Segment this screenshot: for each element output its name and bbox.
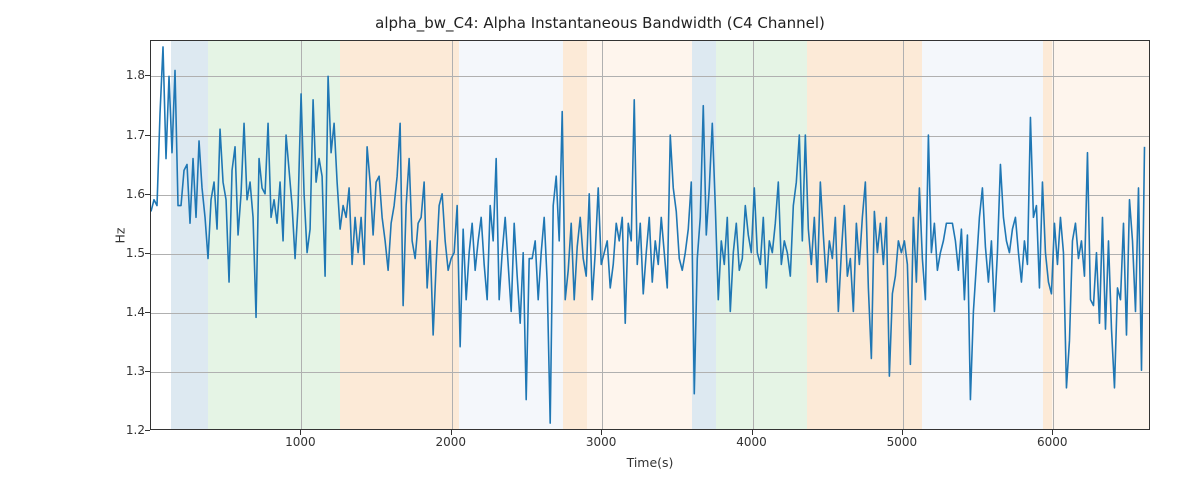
x-tick-mark (752, 430, 753, 435)
y-tick-mark (145, 135, 150, 136)
chart-title: alpha_bw_C4: Alpha Instantaneous Bandwid… (0, 14, 1200, 32)
y-tick-label: 1.2 (95, 423, 145, 437)
y-tick-mark (145, 75, 150, 76)
y-tick-label: 1.8 (95, 68, 145, 82)
x-axis-label: Time(s) (150, 455, 1150, 470)
x-tick-mark (451, 430, 452, 435)
y-axis-label: Hz (113, 227, 128, 243)
y-tick-mark (145, 194, 150, 195)
x-tick-mark (300, 430, 301, 435)
y-tick-mark (145, 371, 150, 372)
y-tick-label: 1.3 (95, 364, 145, 378)
x-tick-mark (601, 430, 602, 435)
x-tick-mark (1052, 430, 1053, 435)
x-tick-label: 6000 (1037, 435, 1068, 449)
y-tick-label: 1.6 (95, 187, 145, 201)
y-tick-label: 1.7 (95, 128, 145, 142)
data-line (151, 41, 1149, 429)
x-tick-label: 2000 (435, 435, 466, 449)
x-tick-label: 3000 (586, 435, 617, 449)
plot-area (150, 40, 1150, 430)
y-tick-mark (145, 312, 150, 313)
x-tick-label: 1000 (285, 435, 316, 449)
series-line (151, 47, 1144, 423)
y-tick-label: 1.5 (95, 246, 145, 260)
x-tick-label: 5000 (887, 435, 918, 449)
x-tick-mark (902, 430, 903, 435)
y-tick-mark (145, 430, 150, 431)
y-tick-label: 1.4 (95, 305, 145, 319)
y-tick-mark (145, 253, 150, 254)
figure: alpha_bw_C4: Alpha Instantaneous Bandwid… (0, 0, 1200, 500)
x-tick-label: 4000 (736, 435, 767, 449)
